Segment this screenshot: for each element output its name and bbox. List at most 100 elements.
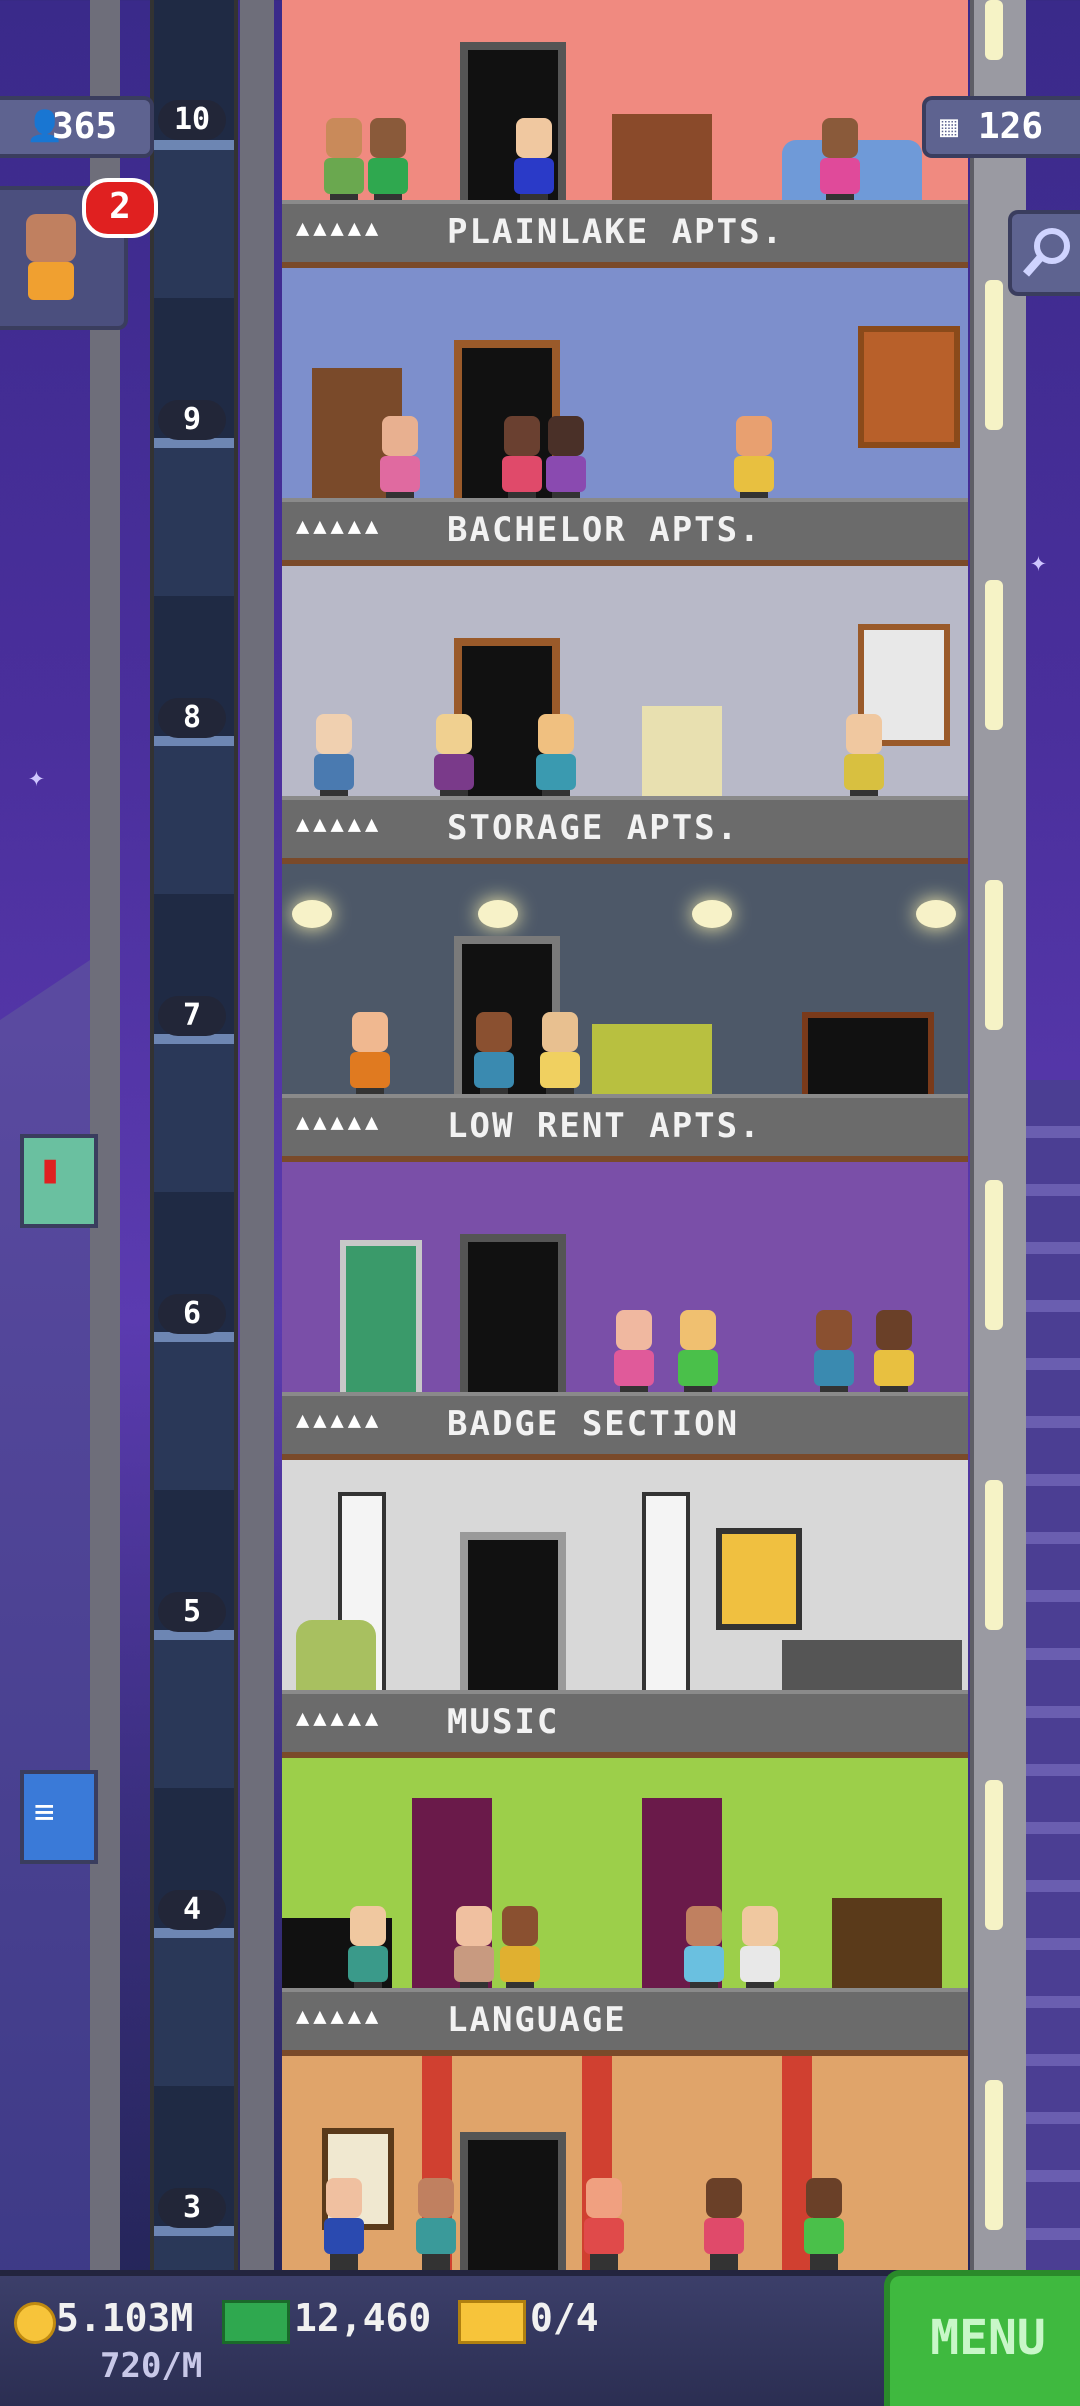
floor-music[interactable]: ▲▲▲▲▲ MUSIC: [282, 1460, 968, 1758]
ceiling-light: [292, 900, 332, 928]
pillar-light: [985, 0, 1003, 60]
resident[interactable]: [582, 2178, 626, 2270]
resident[interactable]: [348, 1012, 392, 1104]
computer: [642, 706, 722, 806]
building-icon: ▦: [940, 109, 959, 144]
resident[interactable]: [414, 2178, 458, 2270]
floor-number-4: 4: [158, 1890, 226, 1930]
resident[interactable]: [738, 1906, 782, 1998]
coin-rate: 720/M: [100, 2346, 203, 2386]
magnifier-icon: [1022, 228, 1070, 277]
floor-number-5: 5: [158, 1592, 226, 1632]
bookshelf: [612, 114, 712, 210]
resident[interactable]: [500, 416, 544, 508]
resident[interactable]: [612, 1310, 656, 1402]
shaft-rail-right: [240, 0, 274, 2270]
column: [642, 1492, 690, 1700]
room-door: [460, 1532, 566, 1700]
menu-button[interactable]: MENU: [884, 2270, 1080, 2406]
resident[interactable]: [818, 118, 862, 210]
resident[interactable]: [676, 1310, 720, 1402]
resident[interactable]: [322, 118, 366, 210]
visitor-body: [28, 262, 74, 300]
television: [802, 1012, 934, 1104]
population-value: 365: [52, 106, 118, 147]
ceiling-light: [692, 900, 732, 928]
room-background: [282, 0, 968, 210]
resident[interactable]: [534, 714, 578, 806]
resident[interactable]: [512, 118, 556, 210]
star-decoration: ✦: [28, 760, 45, 793]
coin-icon: [14, 2302, 56, 2344]
search-button[interactable]: [1008, 210, 1080, 296]
floor-storage-apts[interactable]: ▲▲▲▲▲ STORAGE APTS.: [282, 566, 968, 864]
resident[interactable]: [346, 1906, 390, 1998]
resident[interactable]: [378, 416, 422, 508]
floor-label-bar: ▲▲▲▲▲ BADGE SECTION: [282, 1392, 968, 1460]
floor-low-rent-apts[interactable]: ▲▲▲▲▲ LOW RENT APTS.: [282, 864, 968, 1162]
green-door: [340, 1240, 422, 1402]
floor-name: STORAGE APTS.: [447, 808, 740, 848]
resident[interactable]: [544, 416, 588, 508]
floor-number-7: 7: [158, 996, 226, 1036]
food-floor-shortcut[interactable]: ▮: [20, 1134, 98, 1228]
resident[interactable]: [312, 714, 356, 806]
resident[interactable]: [452, 1906, 496, 1998]
pillar-light: [985, 1480, 1003, 1630]
resident[interactable]: [498, 1906, 542, 1998]
pillar-light: [985, 880, 1003, 1030]
floor-language[interactable]: ▲▲▲▲▲ LANGUAGE: [282, 1758, 968, 2056]
pillar-light: [985, 2080, 1003, 2230]
resident[interactable]: [802, 2178, 846, 2270]
armchair: [296, 1620, 376, 1700]
resident[interactable]: [682, 1906, 726, 1998]
floors-value: 126: [978, 106, 1044, 147]
floor-number-6: 6: [158, 1294, 226, 1334]
floor-number-9: 9: [158, 400, 226, 440]
resident[interactable]: [842, 714, 886, 806]
resident[interactable]: [366, 118, 410, 210]
star-rating: ▲▲▲▲▲: [296, 1408, 383, 1433]
floor-label-bar: ▲▲▲▲▲ LOW RENT APTS.: [282, 1094, 968, 1162]
notification-badge: 2: [82, 178, 158, 238]
resident[interactable]: [812, 1310, 856, 1402]
population-counter: 👤 365: [0, 96, 154, 158]
resident[interactable]: [322, 2178, 366, 2270]
resident[interactable]: [538, 1012, 582, 1104]
floor-name: BACHELOR APTS.: [447, 510, 762, 550]
floor-label-bar: ▲▲▲▲▲ STORAGE APTS.: [282, 796, 968, 864]
floor-number-8: 8: [158, 698, 226, 738]
resident[interactable]: [872, 1310, 916, 1402]
visitor-avatar: [26, 214, 76, 262]
floor-name: LANGUAGE: [447, 2000, 627, 2040]
floor-badge-section[interactable]: ▲▲▲▲▲ BADGE SECTION: [282, 1162, 968, 1460]
floor-3[interactable]: [282, 2056, 968, 2270]
floor-name: MUSIC: [447, 1702, 560, 1742]
bux-icon: [222, 2300, 290, 2344]
star-rating: ▲▲▲▲▲: [296, 1706, 383, 1731]
fries-icon: ▮: [38, 1146, 63, 1192]
resident[interactable]: [702, 2178, 746, 2270]
floor-label-bar: ▲▲▲▲▲ MUSIC: [282, 1690, 968, 1758]
resident[interactable]: [432, 714, 476, 806]
room-background: [282, 864, 968, 1104]
pillar-light: [985, 280, 1003, 430]
room-door: [460, 1234, 566, 1402]
star-rating: ▲▲▲▲▲: [296, 812, 383, 837]
room-background: [282, 1758, 968, 1998]
resident[interactable]: [472, 1012, 516, 1104]
couch: [592, 1024, 712, 1104]
floor-number-3: 3: [158, 2188, 226, 2228]
pillar-light: [985, 1180, 1003, 1330]
star-decoration: ✦: [1030, 545, 1047, 578]
ceiling-light: [478, 900, 518, 928]
service-floor-shortcut[interactable]: ≡: [20, 1770, 98, 1864]
room-door: [460, 2132, 566, 2270]
floor-plainlake-apts[interactable]: ▲▲▲▲▲ PLAINLAKE APTS.: [282, 0, 968, 268]
coins-value: 5.103M: [56, 2296, 194, 2340]
resident[interactable]: [732, 416, 776, 508]
floor-label-bar: ▲▲▲▲▲ LANGUAGE: [282, 1988, 968, 2056]
floor-bachelor-apts[interactable]: ▲▲▲▲▲ BACHELOR APTS.: [282, 268, 968, 566]
pillar-light: [985, 1780, 1003, 1930]
room-background: [282, 2056, 968, 2270]
